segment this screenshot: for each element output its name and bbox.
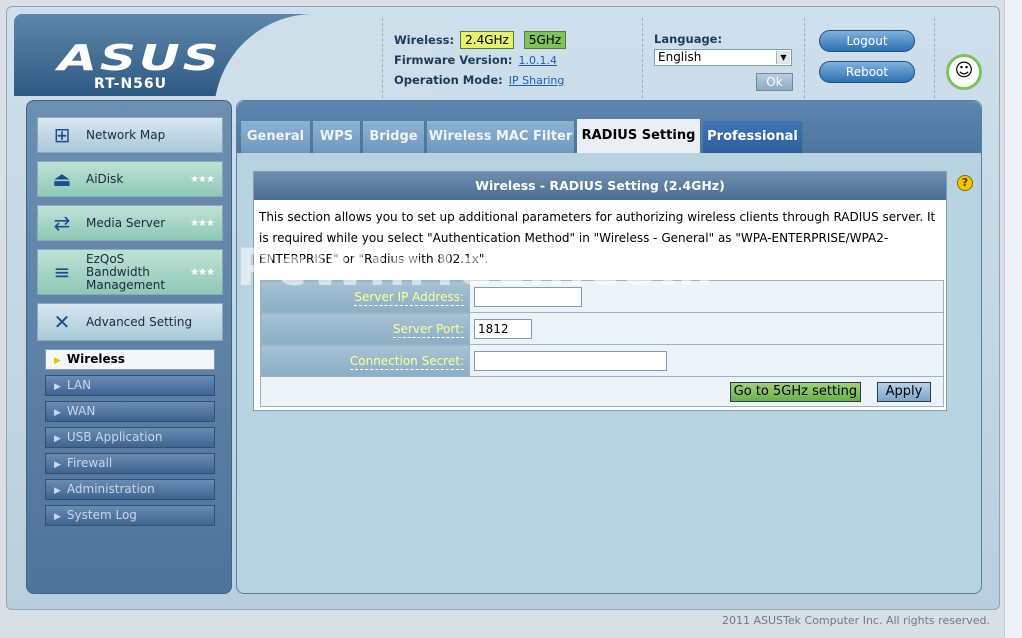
reboot-button[interactable]: Reboot: [819, 61, 915, 83]
header-info: Wireless: 2.4GHz 5GHz Firmware Version: …: [394, 30, 576, 90]
tools-icon: ✕: [53, 310, 71, 334]
help-icon[interactable]: ?: [957, 175, 973, 191]
arrow-right-icon: ▶: [54, 460, 61, 470]
tab-radius-setting[interactable]: RADIUS Setting: [577, 119, 701, 153]
sidebar-item-advanced-setting[interactable]: ✕ Advanced Setting: [37, 303, 223, 341]
panel-title: Wireless - RADIUS Setting (2.4GHz): [254, 172, 946, 200]
header-divider: [382, 18, 383, 98]
band-5ghz-button[interactable]: 5GHz: [523, 31, 567, 49]
arrow-right-icon: ▶: [54, 382, 61, 392]
sidebar-item-ezqos[interactable]: ≡ EzQoS Bandwidth Management ★★★: [37, 249, 223, 295]
subitem-administration[interactable]: ▶ Administration: [45, 479, 215, 500]
button-row: Go to 5GHz setting Apply: [260, 376, 944, 407]
subitem-lan[interactable]: ▶ LAN: [45, 375, 215, 396]
model-name: RT-N56U: [94, 76, 168, 92]
header-divider: [642, 18, 643, 98]
go-5ghz-button[interactable]: Go to 5GHz setting: [729, 381, 862, 402]
opmode-link[interactable]: IP Sharing: [509, 74, 565, 87]
firmware-version-link[interactable]: 1.0.1.4: [519, 54, 557, 67]
firmware-label: Firmware Version:: [394, 53, 513, 67]
subitem-firewall[interactable]: ▶ Firewall: [45, 453, 215, 474]
watermark: PcWinTech.com: [236, 238, 716, 298]
subitem-wireless[interactable]: ▶ Wireless: [45, 349, 215, 370]
server-port-label[interactable]: Server Port:: [393, 321, 464, 338]
disk-icon: ⏏: [52, 167, 72, 191]
opmode-label: Operation Mode:: [394, 73, 503, 87]
sidebar-item-label: AiDisk: [86, 171, 124, 186]
header-divider: [804, 18, 805, 98]
tab-professional[interactable]: Professional: [703, 121, 803, 153]
logout-button[interactable]: Logout: [819, 30, 915, 52]
tab-wireless-mac-filter[interactable]: Wireless MAC Filter: [427, 121, 575, 153]
radius-form: Server IP Address: Server Port: Connecti…: [260, 280, 944, 407]
sidebar: ⊞ Network Map ⏏ AiDisk ★★★ ⇄ Media Serve…: [26, 100, 232, 594]
subitem-system-log[interactable]: ▶ System Log: [45, 505, 215, 526]
sidebar-item-label: EzQoS Bandwidth Management: [86, 251, 166, 292]
logo-panel: ASUS RT-N56U: [14, 14, 434, 124]
stars-icon: ★★★: [190, 217, 215, 229]
connection-secret-input[interactable]: [474, 350, 667, 371]
apply-button[interactable]: Apply: [877, 381, 931, 402]
arrow-right-icon: ▶: [54, 408, 61, 418]
language-ok-button[interactable]: Ok: [756, 73, 793, 91]
form-row: Server Port:: [260, 312, 944, 345]
page-scrollbar[interactable]: [1004, 0, 1022, 638]
chevron-down-icon: ▼: [776, 51, 790, 64]
main-content: General WPS Bridge Wireless MAC Filter R…: [236, 100, 982, 594]
language-label: Language:: [654, 32, 723, 46]
arrow-right-icon: ▶: [54, 356, 61, 366]
connection-secret-label[interactable]: Connection Secret:: [349, 353, 464, 370]
tab-strip: General WPS Bridge Wireless MAC Filter R…: [237, 101, 981, 153]
sidebar-item-label: Media Server: [86, 215, 166, 230]
subitem-usb-application[interactable]: ▶ USB Application: [45, 427, 215, 448]
sidebar-item-aidisk[interactable]: ⏏ AiDisk ★★★: [37, 161, 223, 197]
wireless-label: Wireless:: [394, 33, 455, 47]
form-row: Connection Secret:: [260, 344, 944, 377]
copyright-footer: 2011 ASUSTek Computer Inc. All rights re…: [722, 614, 990, 627]
arrow-right-icon: ▶: [54, 486, 61, 496]
sidebar-item-label: Advanced Setting: [86, 314, 193, 329]
tab-wps[interactable]: WPS: [313, 121, 361, 153]
asus-logo: ASUS: [58, 38, 222, 79]
qos-icon: ≡: [53, 260, 71, 284]
arrow-right-icon: ▶: [54, 512, 61, 522]
tab-bridge[interactable]: Bridge: [363, 121, 425, 153]
sidebar-item-network-map[interactable]: ⊞ Network Map: [37, 117, 223, 153]
mascot-icon: ☺: [946, 54, 982, 90]
arrow-right-icon: ▶: [54, 434, 61, 444]
network-map-icon: ⊞: [53, 123, 71, 147]
sidebar-item-label: Network Map: [86, 127, 166, 142]
header-divider: [934, 18, 935, 98]
subitem-wan[interactable]: ▶ WAN: [45, 401, 215, 422]
stars-icon: ★★★: [190, 173, 215, 185]
tab-general[interactable]: General: [241, 121, 311, 153]
language-select[interactable]: English ▼: [654, 49, 792, 66]
server-port-input[interactable]: [474, 318, 532, 339]
media-server-icon: ⇄: [53, 211, 71, 235]
stars-icon: ★★★: [190, 266, 215, 278]
band-24ghz-button[interactable]: 2.4GHz: [460, 31, 514, 49]
language-selected: English: [658, 50, 702, 64]
sidebar-item-media-server[interactable]: ⇄ Media Server ★★★: [37, 205, 223, 241]
